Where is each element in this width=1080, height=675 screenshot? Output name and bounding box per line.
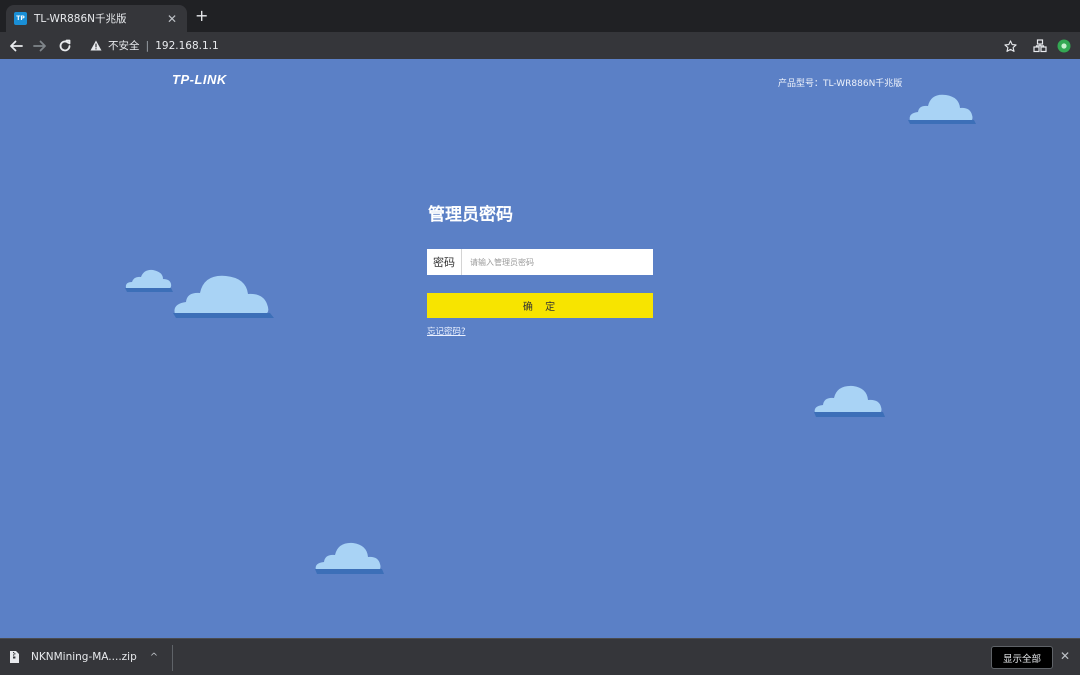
tab-strip: TP TL-WR886N千兆版 ✕ +: [0, 0, 1080, 32]
password-field: 密码: [427, 249, 653, 275]
cloud-decoration: [173, 275, 274, 318]
new-tab-button[interactable]: +: [195, 8, 208, 24]
reload-icon[interactable]: [55, 36, 75, 56]
product-model-text: 产品型号：TL-WR886N千兆版: [778, 79, 903, 89]
url-text[interactable]: 192.168.1.1: [155, 40, 218, 52]
browser-tab[interactable]: TP TL-WR886N千兆版 ✕: [6, 5, 187, 32]
cloud-decoration: [814, 385, 885, 417]
forward-arrow-icon[interactable]: [30, 36, 50, 56]
bookmark-star-icon[interactable]: [1001, 37, 1019, 55]
tab-title: TL-WR886N千兆版: [34, 13, 127, 25]
warning-icon[interactable]: [90, 40, 102, 51]
file-icon: [10, 651, 19, 663]
password-input[interactable]: [462, 249, 653, 275]
back-arrow-icon[interactable]: [6, 36, 26, 56]
extension-icon[interactable]: [1031, 37, 1049, 55]
close-shelf-icon[interactable]: ✕: [1060, 649, 1070, 663]
admin-password-title: 管理员密码: [428, 205, 513, 225]
tab-close-icon[interactable]: ✕: [165, 12, 179, 26]
forgot-password-link[interactable]: 忘记密码?: [427, 325, 466, 337]
show-all-downloads-button[interactable]: 显示全部: [991, 646, 1053, 669]
tp-link-logo: TP-LINK: [172, 72, 227, 87]
confirm-button[interactable]: 确 定: [427, 293, 653, 318]
chevron-up-icon[interactable]: ^: [150, 652, 158, 663]
not-secure-label[interactable]: 不安全: [108, 38, 140, 53]
cloud-decoration: [125, 269, 173, 292]
cloud-decoration: [315, 542, 384, 574]
download-shelf: NKNMining-MA....zip ^ 显示全部 ✕: [0, 638, 1080, 675]
tp-link-favicon-icon: TP: [14, 12, 27, 25]
download-file-name: NKNMining-MA....zip: [31, 651, 137, 663]
profile-icon[interactable]: [1055, 37, 1073, 55]
shelf-divider: [172, 645, 173, 671]
address-separator: |: [145, 39, 150, 52]
cloud-decoration: [908, 94, 976, 124]
address-bar[interactable]: 不安全 | 192.168.1.1: [84, 34, 1024, 57]
download-item[interactable]: NKNMining-MA....zip ^: [10, 645, 158, 669]
browser-toolbar: 不安全 | 192.168.1.1: [0, 32, 1080, 59]
password-label: 密码: [427, 249, 462, 275]
